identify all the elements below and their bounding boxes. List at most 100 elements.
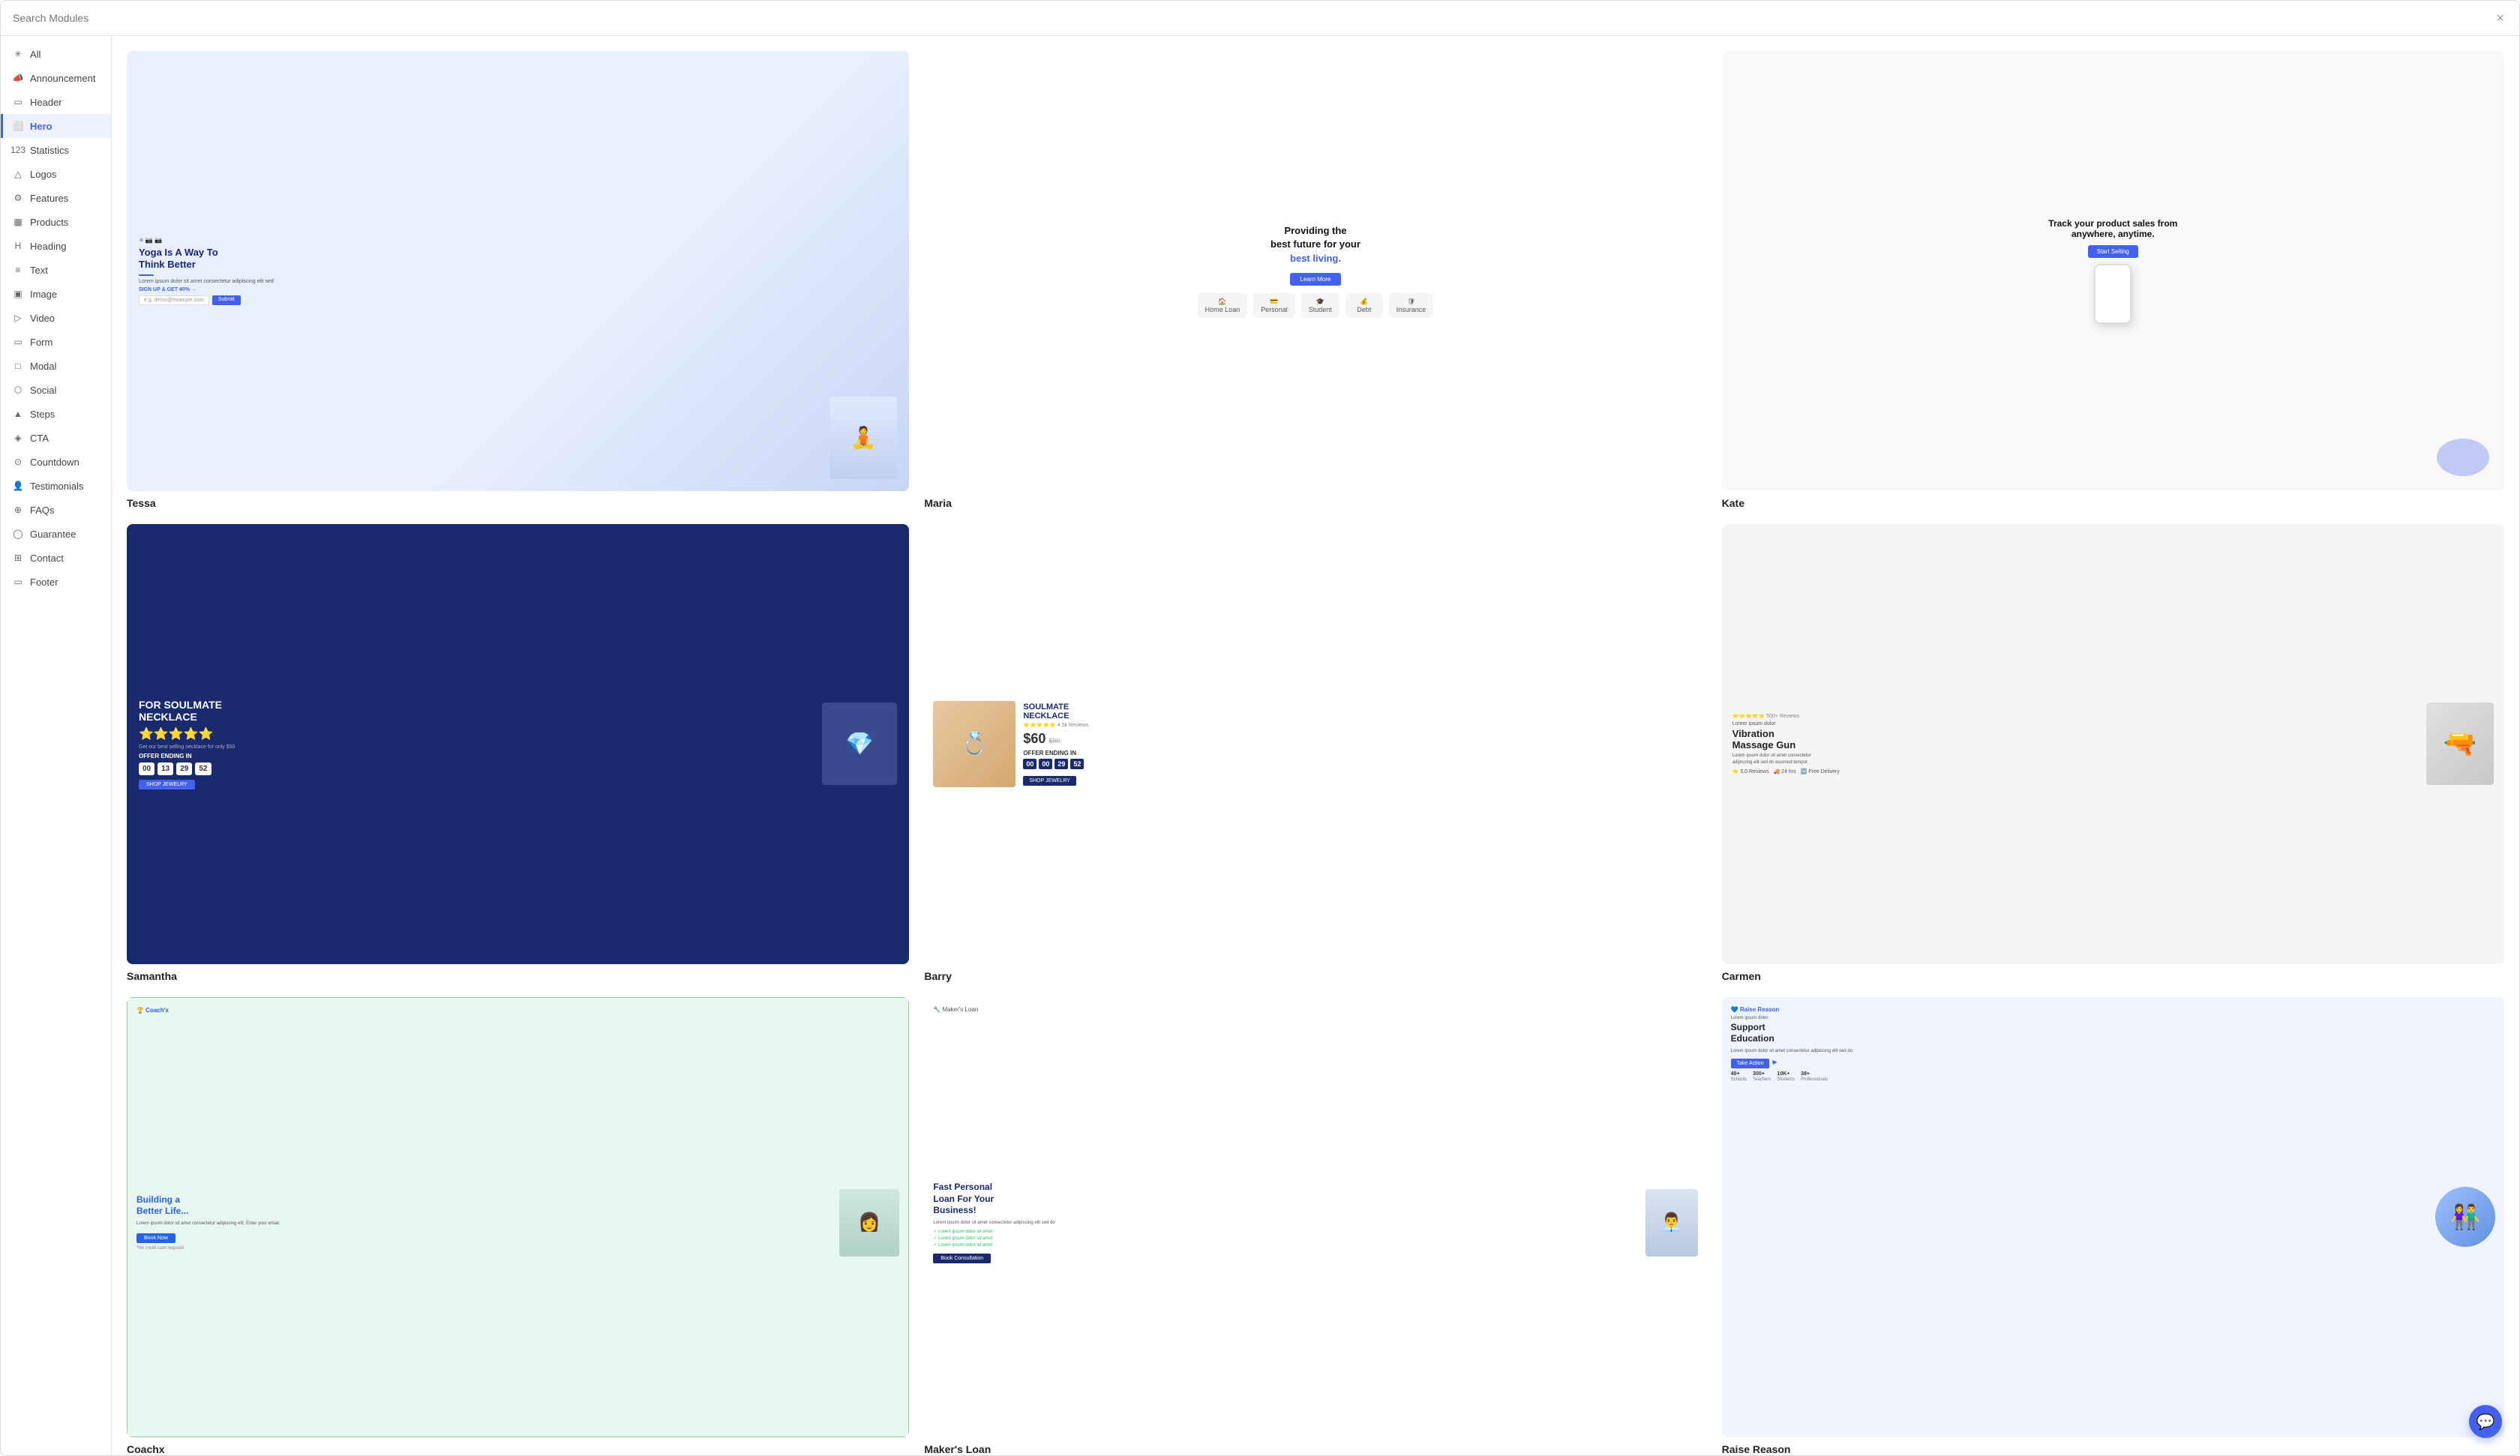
image-icon: ▣	[12, 288, 24, 300]
sidebar-item-form[interactable]: ▭ Form	[1, 330, 111, 354]
steps-icon: ▲	[12, 408, 24, 420]
sidebar-item-header[interactable]: ▭ Header	[1, 90, 111, 114]
card-preview-barry: 💍 SOULMATENECKLACE ⭐⭐⭐⭐⭐ 4.5k Reviews $6…	[924, 524, 1706, 964]
sidebar-item-all[interactable]: ✳ All	[1, 42, 111, 66]
logos-icon: △	[12, 168, 24, 180]
module-card-carmen[interactable]: ⭐⭐⭐⭐⭐ 500+ Reviews Lorem ipsum dolor Vib…	[1722, 524, 2504, 982]
sidebar-item-label: Text	[30, 265, 48, 276]
module-card-tessa[interactable]: ✳ 📷 📷 Yoga Is A Way ToThink Better Lorem…	[127, 51, 909, 509]
faqs-icon: ⊕	[12, 504, 24, 516]
sidebar-item-label: Footer	[30, 577, 58, 588]
card-preview-maker: 🔧 Maker's Loan Fast PersonalLoan For You…	[924, 997, 1706, 1437]
sidebar-item-label: Image	[30, 289, 57, 300]
sidebar-item-label: Video	[30, 313, 55, 324]
testimonials-icon: 👤	[12, 480, 24, 492]
cta-icon: ◈	[12, 432, 24, 444]
modal-icon: □	[12, 360, 24, 372]
sidebar-item-label: Hero	[30, 121, 52, 132]
sidebar-item-contact[interactable]: ⊞ Contact	[1, 546, 111, 570]
sidebar-item-steps[interactable]: ▲ Steps	[1, 402, 111, 426]
sidebar-item-label: Heading	[30, 241, 66, 252]
sidebar-item-label: Header	[30, 97, 62, 108]
sidebar-item-hero[interactable]: ⬜ Hero	[1, 114, 111, 138]
guarantee-icon: ◯	[12, 528, 24, 540]
statistics-icon: 123	[12, 144, 24, 156]
sidebar-item-image[interactable]: ▣ Image	[1, 282, 111, 306]
module-card-samantha[interactable]: FOR SOULMATENECKLACE ⭐⭐⭐⭐⭐ Get our best …	[127, 524, 909, 982]
sidebar-item-label: CTA	[30, 433, 49, 444]
sidebar-item-video[interactable]: ▷ Video	[1, 306, 111, 330]
search-input[interactable]	[13, 12, 2493, 24]
card-label-carmen: Carmen	[1722, 970, 2504, 982]
sidebar-item-guarantee[interactable]: ◯ Guarantee	[1, 522, 111, 546]
sidebar-item-faqs[interactable]: ⊕ FAQs	[1, 498, 111, 522]
sidebar-item-label: Logos	[30, 169, 56, 180]
sidebar-item-label: Guarantee	[30, 529, 76, 540]
contact-icon: ⊞	[12, 552, 24, 564]
module-card-barry[interactable]: 💍 SOULMATENECKLACE ⭐⭐⭐⭐⭐ 4.5k Reviews $6…	[924, 524, 1706, 982]
module-card-kate[interactable]: Track your product sales fromanywhere, a…	[1722, 51, 2504, 509]
sidebar-item-label: FAQs	[30, 505, 55, 516]
hero-icon: ⬜	[12, 120, 24, 132]
card-preview-carmen: ⭐⭐⭐⭐⭐ 500+ Reviews Lorem ipsum dolor Vib…	[1722, 524, 2504, 964]
sidebar-item-label: Modal	[30, 361, 56, 372]
module-card-maria[interactable]: Providing thebest future for yourbest li…	[924, 51, 1706, 509]
sidebar-item-products[interactable]: ▦ Products	[1, 210, 111, 234]
card-label-coachx: Coachx	[127, 1443, 909, 1455]
sidebar-item-text[interactable]: ≡ Text	[1, 258, 111, 282]
main-content: ✳ 📷 📷 Yoga Is A Way ToThink Better Lorem…	[112, 36, 2519, 1455]
sidebar-item-modal[interactable]: □ Modal	[1, 354, 111, 378]
sidebar-item-heading[interactable]: H Heading	[1, 234, 111, 258]
card-preview-tessa: ✳ 📷 📷 Yoga Is A Way ToThink Better Lorem…	[127, 51, 909, 491]
social-icon: ⬡	[12, 384, 24, 396]
features-icon: ⚙	[12, 192, 24, 204]
card-label-tessa: Tessa	[127, 497, 909, 509]
sidebar-item-social[interactable]: ⬡ Social	[1, 378, 111, 402]
module-card-raise[interactable]: 💙 Raise Reason Lorem ipsum dolor Support…	[1722, 997, 2504, 1455]
sidebar-item-cta[interactable]: ◈ CTA	[1, 426, 111, 450]
sidebar-item-label: Countdown	[30, 457, 80, 468]
sidebar-item-announcement[interactable]: 📣 Announcement	[1, 66, 111, 90]
all-icon: ✳	[12, 48, 24, 60]
card-preview-kate: Track your product sales fromanywhere, a…	[1722, 51, 2504, 491]
chat-button[interactable]: 💬	[2469, 1405, 2502, 1438]
card-label-maria: Maria	[924, 497, 1706, 509]
sidebar-item-footer[interactable]: ▭ Footer	[1, 570, 111, 594]
card-label-barry: Barry	[924, 970, 1706, 982]
sidebar-item-label: Products	[30, 217, 68, 228]
sidebar-item-logos[interactable]: △ Logos	[1, 162, 111, 186]
header-icon: ▭	[12, 96, 24, 108]
sidebar-item-testimonials[interactable]: 👤 Testimonials	[1, 474, 111, 498]
sidebar-item-statistics[interactable]: 123 Statistics	[1, 138, 111, 162]
sidebar-item-label: Form	[30, 337, 52, 348]
close-button[interactable]: ×	[2493, 8, 2507, 28]
card-preview-maria: Providing thebest future for yourbest li…	[924, 51, 1706, 491]
card-preview-samantha: FOR SOULMATENECKLACE ⭐⭐⭐⭐⭐ Get our best …	[127, 524, 909, 964]
card-label-maker: Maker's Loan	[924, 1443, 1706, 1455]
modules-grid: ✳ 📷 📷 Yoga Is A Way ToThink Better Lorem…	[127, 51, 2504, 1455]
sidebar-item-label: Social	[30, 385, 56, 396]
module-card-coachx[interactable]: 🏆 Coach'x Building aBetter Life... Lorem…	[127, 997, 909, 1455]
card-preview-raise: 💙 Raise Reason Lorem ipsum dolor Support…	[1722, 997, 2504, 1437]
card-preview-coachx: 🏆 Coach'x Building aBetter Life... Lorem…	[127, 997, 909, 1437]
card-label-raise: Raise Reason	[1722, 1443, 2504, 1455]
heading-icon: H	[12, 240, 24, 252]
sidebar-item-label: Statistics	[30, 145, 69, 156]
modal-header: ×	[1, 1, 2519, 36]
module-card-maker[interactable]: 🔧 Maker's Loan Fast PersonalLoan For You…	[924, 997, 1706, 1455]
video-icon: ▷	[12, 312, 24, 324]
card-label-samantha: Samantha	[127, 970, 909, 982]
sidebar-item-label: Features	[30, 193, 68, 204]
announcement-icon: 📣	[12, 72, 24, 84]
modal-body: ✳ All 📣 Announcement ▭ Header ⬜ Hero 123…	[1, 36, 2519, 1455]
sidebar-item-features[interactable]: ⚙ Features	[1, 186, 111, 210]
sidebar-item-countdown[interactable]: ⊙ Countdown	[1, 450, 111, 474]
sidebar-item-label: Contact	[30, 553, 64, 564]
search-modules-modal: × ✳ All 📣 Announcement ▭ Header ⬜ Hero 1…	[0, 0, 2520, 1456]
sidebar-item-label: Testimonials	[30, 481, 84, 492]
countdown-icon: ⊙	[12, 456, 24, 468]
footer-icon: ▭	[12, 576, 24, 588]
products-icon: ▦	[12, 216, 24, 228]
sidebar-item-label: All	[30, 49, 40, 60]
form-icon: ▭	[12, 336, 24, 348]
